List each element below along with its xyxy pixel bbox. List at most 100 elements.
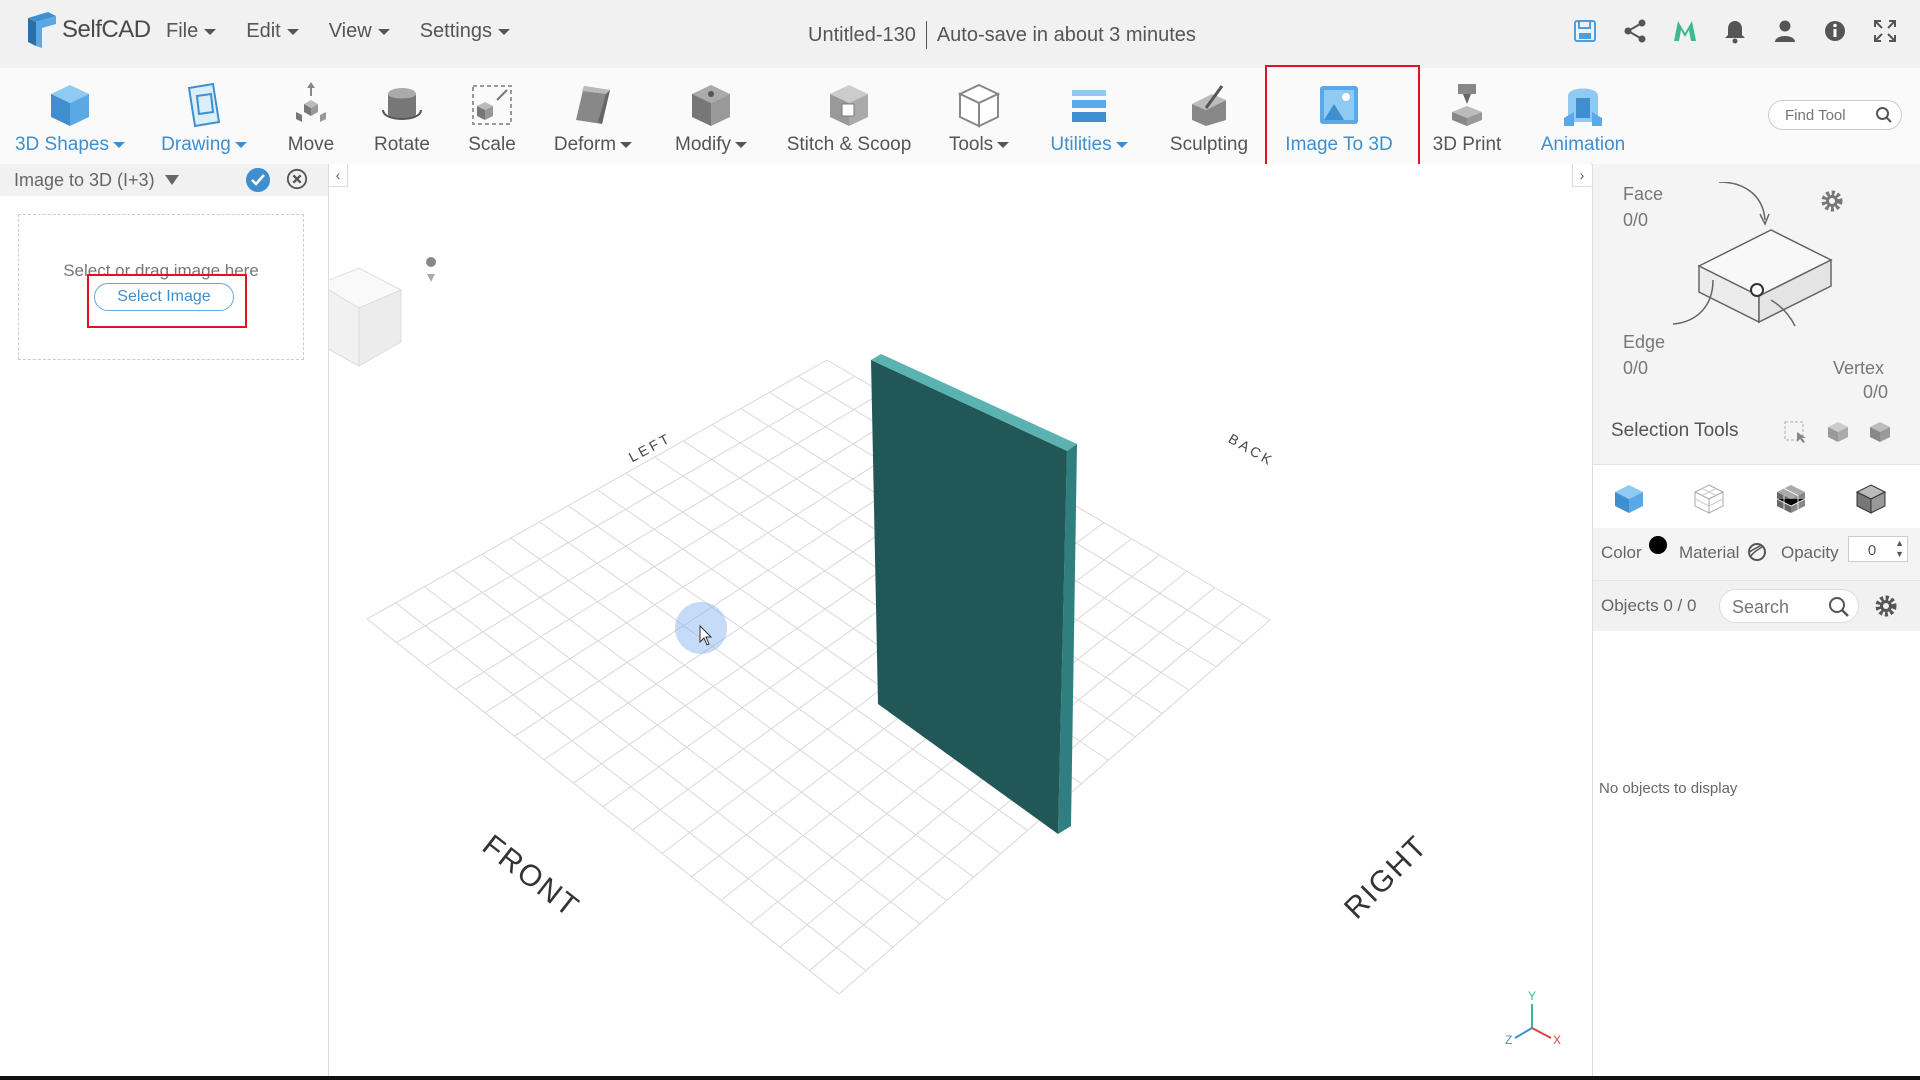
object-properties-bar: Color Material Opacity ▲ ▼ bbox=[1593, 528, 1920, 580]
face-count: 0/0 bbox=[1623, 210, 1649, 230]
tool-stitch-scoop-label: Stitch & Scoop bbox=[786, 134, 912, 155]
close-icon[interactable] bbox=[286, 168, 308, 190]
tool-modify-label: Modify bbox=[675, 134, 731, 155]
material-label: Material bbox=[1679, 543, 1740, 562]
tool-deform[interactable]: Deform bbox=[548, 68, 638, 164]
select-image-highlight bbox=[87, 274, 247, 328]
vertex-label: Vertex bbox=[1833, 358, 1885, 378]
3d-object-slab[interactable] bbox=[871, 354, 1077, 834]
scene-canvas: LEFT BACK FRONT RIGHT Y X Z bbox=[329, 164, 1561, 1047]
bell-icon[interactable] bbox=[1722, 18, 1748, 44]
save-icon[interactable] bbox=[1572, 18, 1598, 44]
tool-3d-print[interactable]: 3D Print bbox=[1426, 68, 1508, 164]
tool-scale[interactable]: Scale bbox=[458, 68, 526, 164]
opacity-field[interactable]: ▲ ▼ bbox=[1848, 536, 1908, 562]
wireframe-view-icon[interactable] bbox=[1693, 483, 1725, 515]
search-icon[interactable] bbox=[1875, 106, 1893, 124]
menu-edit-label: Edit bbox=[246, 20, 281, 42]
tool-drawing-label: Drawing bbox=[161, 134, 231, 155]
selection-mode-cube[interactable] bbox=[1673, 182, 1853, 332]
axis-x-label: X bbox=[1553, 1033, 1561, 1047]
tool-rotate-label: Rotate bbox=[374, 134, 430, 155]
tool-modify[interactable]: Modify bbox=[666, 68, 756, 164]
find-tool[interactable] bbox=[1768, 100, 1902, 130]
material-icon[interactable] bbox=[1747, 542, 1767, 562]
menu-edit[interactable]: Edit bbox=[246, 20, 299, 43]
objects-bar: Objects 0 / 0 bbox=[1593, 580, 1920, 631]
stitch-scoop-icon bbox=[830, 85, 868, 126]
tool-sculpting[interactable]: Sculpting bbox=[1166, 68, 1252, 164]
main-menu: File Edit View Settings bbox=[166, 20, 510, 43]
mesh-view-icon[interactable] bbox=[1775, 483, 1807, 515]
display-mode-bar bbox=[1593, 464, 1920, 530]
selection-tools-label: Selection Tools bbox=[1611, 420, 1739, 441]
top-bar: SelfCAD File Edit View Settings Untitled… bbox=[0, 0, 1920, 69]
menu-settings-label: Settings bbox=[419, 20, 492, 42]
tool-tools[interactable]: Tools bbox=[936, 68, 1022, 164]
tool-move-label: Move bbox=[287, 134, 335, 155]
3d-viewport[interactable]: ‹ › LEFT BACK FRONT RIGHT Y X Z bbox=[329, 164, 1591, 1076]
select-object-icon[interactable] bbox=[1867, 420, 1893, 444]
shaded-view-icon[interactable] bbox=[1855, 483, 1887, 515]
objects-search-input[interactable] bbox=[1730, 596, 1830, 619]
opacity-input[interactable] bbox=[1855, 541, 1889, 560]
select-box-icon[interactable] bbox=[1825, 420, 1851, 444]
rotate-icon bbox=[382, 88, 422, 120]
light-icon[interactable] bbox=[426, 257, 436, 282]
solid-view-icon[interactable] bbox=[1613, 483, 1645, 515]
tool-utilities[interactable]: Utilities bbox=[1046, 68, 1132, 164]
tool-rotate[interactable]: Rotate bbox=[364, 68, 440, 164]
m-logo-icon[interactable] bbox=[1672, 18, 1698, 44]
document-title[interactable]: Untitled-130 bbox=[808, 24, 916, 47]
chevron-down-icon bbox=[286, 28, 299, 35]
edge-count: 0/0 bbox=[1623, 358, 1649, 378]
axis-y-label: Y bbox=[1528, 989, 1536, 1003]
menu-file[interactable]: File bbox=[166, 20, 217, 43]
sculpting-icon bbox=[1192, 85, 1226, 126]
tool-move[interactable]: Move bbox=[276, 68, 346, 164]
label-back: BACK bbox=[1226, 430, 1277, 469]
color-swatch[interactable] bbox=[1649, 536, 1667, 554]
caret-down-icon[interactable] bbox=[164, 175, 179, 185]
deform-icon bbox=[576, 86, 610, 124]
right-panel: Face 0/0 Edge 0/0 Vertex 0/0 Selection T… bbox=[1592, 164, 1920, 1076]
tool-stitch-scoop[interactable]: Stitch & Scoop bbox=[784, 68, 914, 164]
share-icon[interactable] bbox=[1622, 18, 1648, 44]
select-pointer-icon[interactable] bbox=[1783, 420, 1807, 444]
menu-settings[interactable]: Settings bbox=[420, 20, 510, 43]
user-icon[interactable] bbox=[1772, 18, 1798, 44]
find-tool-input[interactable] bbox=[1783, 106, 1873, 125]
info-icon[interactable] bbox=[1822, 18, 1848, 44]
bottom-border bbox=[0, 1076, 1920, 1080]
tool-animation-label: Animation bbox=[1540, 134, 1626, 155]
objects-search[interactable] bbox=[1719, 589, 1859, 623]
tool-scale-label: Scale bbox=[468, 134, 516, 155]
menu-view[interactable]: View bbox=[329, 20, 390, 43]
objects-settings-gear-icon[interactable] bbox=[1873, 593, 1899, 619]
search-icon[interactable] bbox=[1828, 596, 1850, 618]
axis-gizmo: Y X Z bbox=[1505, 989, 1561, 1047]
fullscreen-icon[interactable] bbox=[1872, 18, 1898, 44]
tool-3d-shapes-label: 3D Shapes bbox=[14, 134, 109, 155]
opacity-label: Opacity bbox=[1781, 543, 1839, 562]
label-right: RIGHT bbox=[1338, 829, 1434, 925]
image-to-3d-highlight bbox=[1265, 65, 1420, 169]
chevron-down-icon bbox=[997, 142, 1010, 148]
confirm-check-icon[interactable] bbox=[246, 168, 270, 192]
cube-icon bbox=[51, 85, 89, 126]
tool-3d-shapes[interactable]: 3D Shapes bbox=[14, 68, 126, 164]
document-title-area: Untitled-130 Auto-save in about 3 minute… bbox=[808, 21, 1196, 49]
tool-animation[interactable]: Animation bbox=[1534, 68, 1632, 164]
modify-icon bbox=[692, 85, 730, 126]
tool-3d-print-label: 3D Print bbox=[1432, 134, 1502, 155]
selfcad-logo[interactable]: SelfCAD bbox=[24, 12, 151, 48]
tool-drawing[interactable]: Drawing bbox=[154, 68, 254, 164]
spinner-up-icon[interactable]: ▲ bbox=[1895, 538, 1904, 548]
top-icons bbox=[1572, 18, 1898, 44]
chevron-down-icon bbox=[377, 28, 390, 35]
spinner-down-icon[interactable]: ▼ bbox=[1895, 549, 1904, 559]
drawing-icon bbox=[187, 82, 221, 128]
scale-icon bbox=[472, 85, 512, 125]
chevron-down-icon bbox=[204, 28, 217, 35]
panel-header: Image to 3D (I+3) bbox=[0, 164, 328, 196]
